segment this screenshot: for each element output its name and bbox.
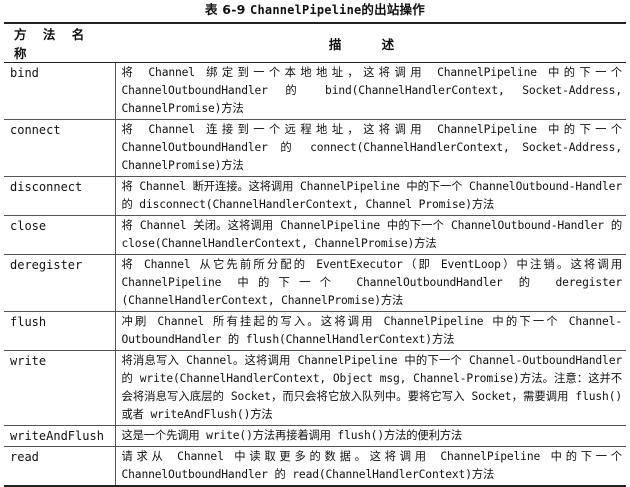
table-row: bind 将 Channel 绑定到一个本地地址，这将调用 ChannelPip… [4,62,626,120]
method-name-cell: close [4,215,116,255]
method-description-cell: 将 Channel 连接到一个远程地址，这将调用 ChannelPipeline… [115,119,626,177]
header-description: 描 述 [115,23,626,63]
method-description-cell: 将 Channel 从它先前所分配的 EventExecutor（即 Event… [115,254,626,312]
method-description-cell: 将 Channel 断开连接。这将调用 ChannelPipeline 中的下一… [115,176,626,216]
table-row: flush 冲刷 Channel 所有挂起的写入。这将调用 ChannelPip… [4,311,626,351]
method-name-cell: write [4,350,116,426]
caption-prefix: 表 6-9 [205,2,246,17]
method-description-cell: 将消息写入 Channel。这将调用 ChannelPipeline 中的下一个… [115,350,626,426]
table-row: connect 将 Channel 连接到一个远程地址，这将调用 Channel… [4,119,626,177]
table-row: writeAndFlush 这是一个先调用 write()方法再接着调用 flu… [4,425,626,447]
table-header-row: 方 法 名 称 描 述 [4,23,626,63]
table-row: deregister 将 Channel 从它先前所分配的 EventExecu… [4,254,626,312]
method-name-cell: disconnect [4,176,116,216]
method-description-cell: 将 Channel 关闭。这将调用 ChannelPipeline 中的下一个 … [115,215,626,255]
table-row: close 将 Channel 关闭。这将调用 ChannelPipeline … [4,215,626,255]
method-description-cell: 这是一个先调用 write()方法再接着调用 flush()方法的便利方法 [115,425,626,447]
header-method-name: 方 法 名 称 [4,23,115,63]
caption-suffix: 的出站操作 [361,2,425,17]
table-caption: 表 6-9 ChannelPipeline的出站操作 [0,2,630,18]
outbound-operations-table: 方 法 名 称 描 述 bind 将 Channel 绑定到一个本地地址，这将调… [4,22,626,487]
method-description-cell: 将 Channel 绑定到一个本地地址，这将调用 ChannelPipeline… [115,62,626,120]
method-description-cell: 请求从 Channel 中读取更多的数据。这将调用 ChannelPipelin… [115,446,626,486]
table-row: write 将消息写入 Channel。这将调用 ChannelPipeline… [4,350,626,426]
method-name-cell: flush [4,311,116,351]
caption-code: ChannelPipeline [250,3,362,17]
method-description-cell: 冲刷 Channel 所有挂起的写入。这将调用 ChannelPipeline … [115,311,626,351]
method-name-cell: deregister [4,254,116,312]
method-name-cell: read [4,446,116,486]
method-name-cell: bind [4,62,116,120]
method-name-cell: connect [4,119,116,177]
table-row: disconnect 将 Channel 断开连接。这将调用 ChannelPi… [4,176,626,216]
method-name-cell: writeAndFlush [4,425,116,447]
table-row: read 请求从 Channel 中读取更多的数据。这将调用 ChannelPi… [4,446,626,486]
